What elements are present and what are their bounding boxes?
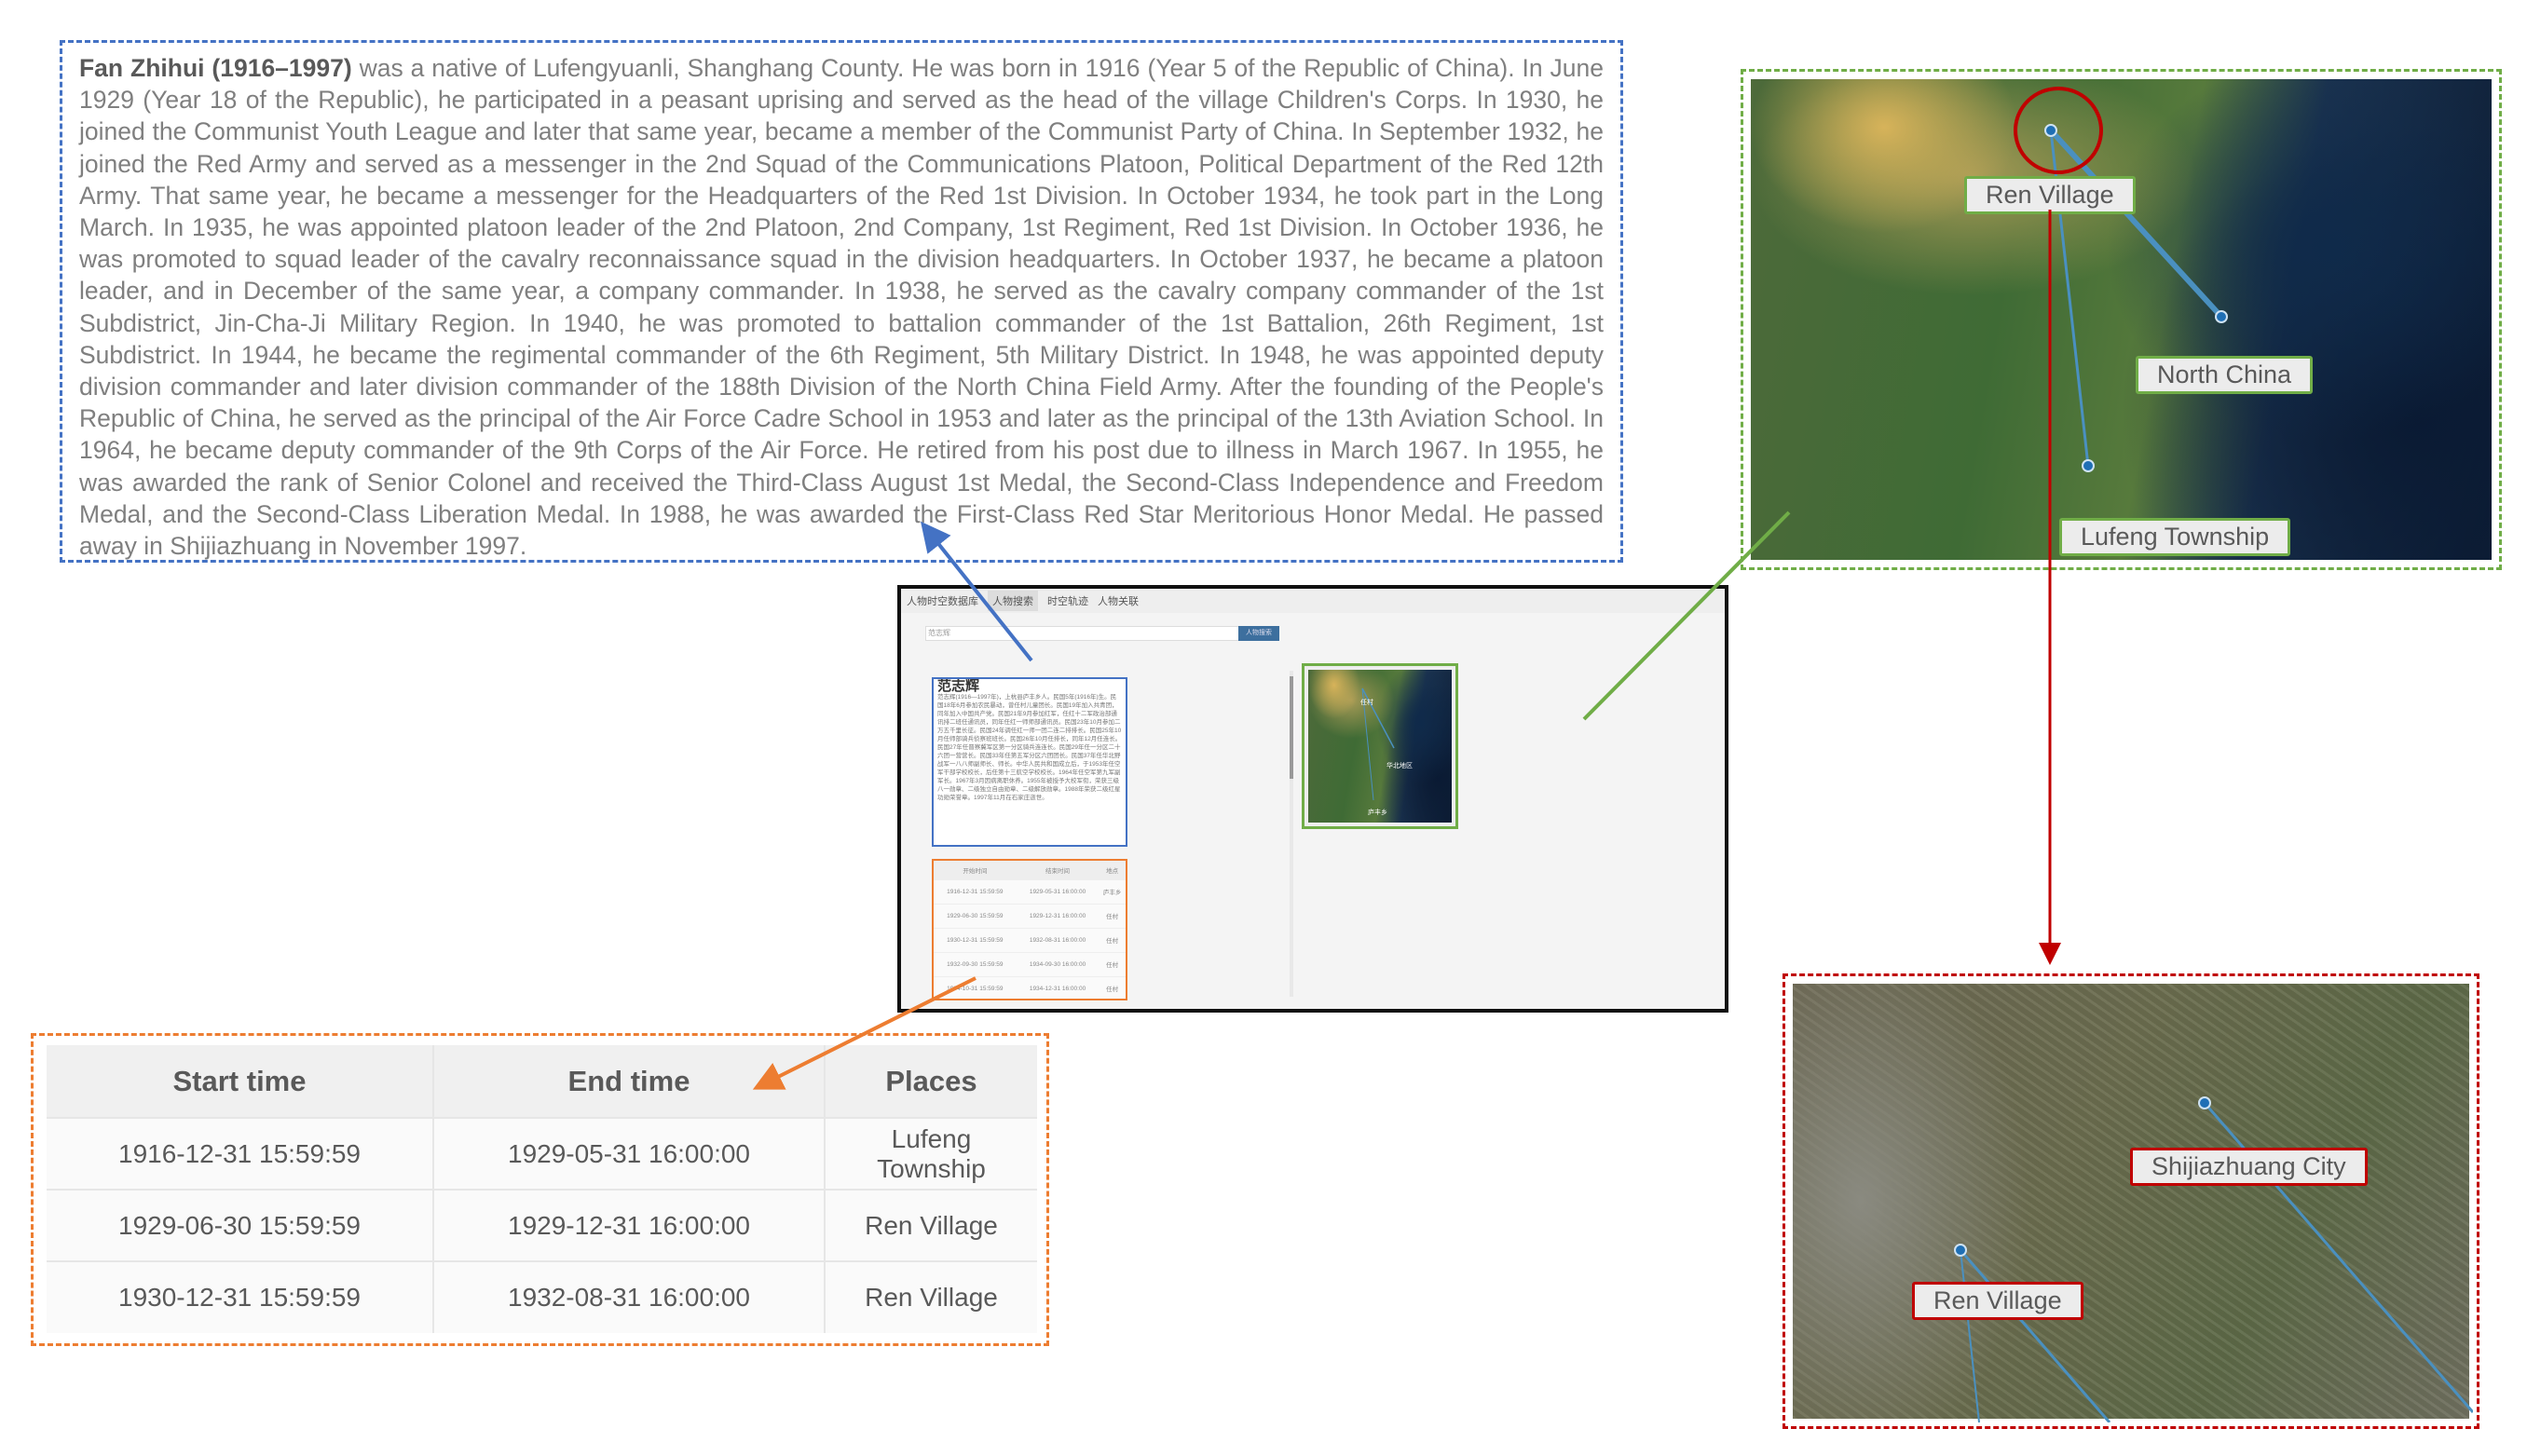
map-label: Ren Village [1964,176,2136,214]
col-header: 地点 [1099,861,1126,879]
tab-relations[interactable]: 人物关联 [1098,593,1139,608]
search-button[interactable]: 人物搜索 [1238,626,1279,641]
map-marker[interactable] [1954,1244,1967,1257]
map-label: Ren Village [1912,1282,2083,1320]
mini-bio-panel: 范志辉 范志辉(1916—1997年)，上杭县庐丰乡人。民国5年(1916年)生… [932,677,1127,847]
table-row[interactable]: 1929-06-30 15:59:59 1929-12-31 16:00:00 任村 [934,903,1126,928]
detail-map-panel: Shijiazhuang City Ren Village [1783,973,2479,1429]
app-nav-bar: 人物时空数据库 人物搜索 时空轨迹 人物关联 [901,589,1725,613]
col-header: 结束时间 [1016,861,1100,879]
mini-map-label: 任村 [1360,700,1373,706]
app-title: 人物时空数据库 [907,596,978,607]
highlight-circle [2014,87,2103,174]
detail-satellite-map: Shijiazhuang City Ren Village [1793,984,2473,1422]
map-marker[interactable] [2082,459,2095,472]
overview-map-panel: Ren Village North China Lufeng Township [1741,69,2502,570]
timeline-table: Start time End time Places 1916-12-31 15:5… [47,1045,1037,1333]
table-row[interactable]: 1930-12-31 15:59:59 1932-08-31 16:00:00 Re… [47,1260,1037,1333]
overview-satellite-map: Ren Village North China Lufeng Township [1751,79,2492,560]
tab-person-search[interactable]: 人物搜索 [988,591,1038,611]
biography-text: was a native of Lufengyuanli, Shanghang … [79,54,1604,561]
mini-map-label: 庐丰乡 [1368,810,1387,816]
mini-bio-title: 范志辉 [937,678,980,694]
col-header-places: Places [825,1045,1037,1118]
person-name: Fan Zhihui (1916–1997) [79,54,352,82]
biography-text-panel: Fan Zhihui (1916–1997) was a native of L… [60,40,1623,563]
timeline-table-panel: Start time End time Places 1916-12-31 15:5… [31,1033,1049,1346]
col-header: 开始时间 [934,861,1017,879]
app-screenshot: 人物时空数据库 人物搜索 时空轨迹 人物关联 范志辉 人物搜索 范志辉 范志辉(… [897,585,1728,1013]
map-label: Lufeng Township [2059,518,2291,556]
tab-trajectory[interactable]: 时空轨迹 [1047,593,1088,608]
mini-map-panel: 任村 华北地区 庐丰乡 [1302,663,1458,829]
scrollbar[interactable] [1290,671,1293,997]
map-marker[interactable] [2198,1096,2211,1109]
table-row[interactable]: 1916-12-31 15:59:59 1929-05-31 16:00:00 庐丰… [934,878,1126,904]
table-row[interactable]: 1916-12-31 15:59:59 1929-05-31 16:00:00 Lu… [47,1117,1037,1190]
map-label: North China [2136,356,2314,394]
map-label: Shijiazhuang City [2130,1148,2368,1186]
mini-map[interactable]: 任村 华北地区 庐丰乡 [1308,670,1452,823]
map-marker[interactable] [2215,310,2228,323]
map-marker[interactable] [2044,124,2057,137]
mini-map-label: 华北地区 [1386,763,1413,769]
table-row[interactable]: 1934-10-31 15:59:59 1934-12-31 16:00:00 任村 [934,975,1126,999]
col-header-start: Start time [47,1045,434,1118]
mini-bio-text: 范志辉(1916—1997年)，上杭县庐丰乡人。民国5年(1916年)生。民国1… [937,694,1122,801]
table-row[interactable]: 1929-06-30 15:59:59 1929-12-31 16:00:00 Re… [47,1189,1037,1261]
table-row[interactable]: 1930-12-31 15:59:59 1932-08-31 16:00:00 任村 [934,927,1126,952]
col-header-end: End time [433,1045,826,1118]
mini-timeline-table: 开始时间 结束时间 地点 1916-12-31 15:59:59 1929-05-31… [932,859,1127,1000]
table-row[interactable]: 1932-09-30 15:59:59 1934-09-30 16:00:00 任村 [934,951,1126,976]
search-input[interactable]: 范志辉 [925,626,1279,641]
